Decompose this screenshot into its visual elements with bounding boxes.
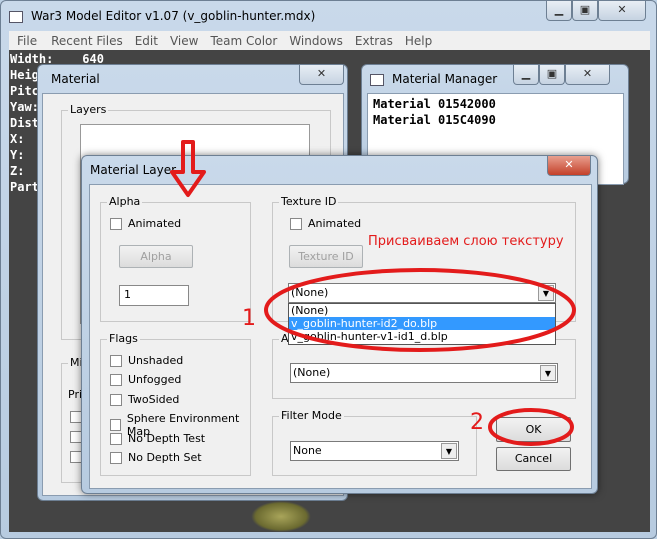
- annotation-ellipse-texture: [264, 268, 576, 352]
- annotation-marks: [170, 140, 576, 446]
- arrow-down-icon: [170, 140, 206, 197]
- annotation-ellipse-ok: [488, 408, 574, 446]
